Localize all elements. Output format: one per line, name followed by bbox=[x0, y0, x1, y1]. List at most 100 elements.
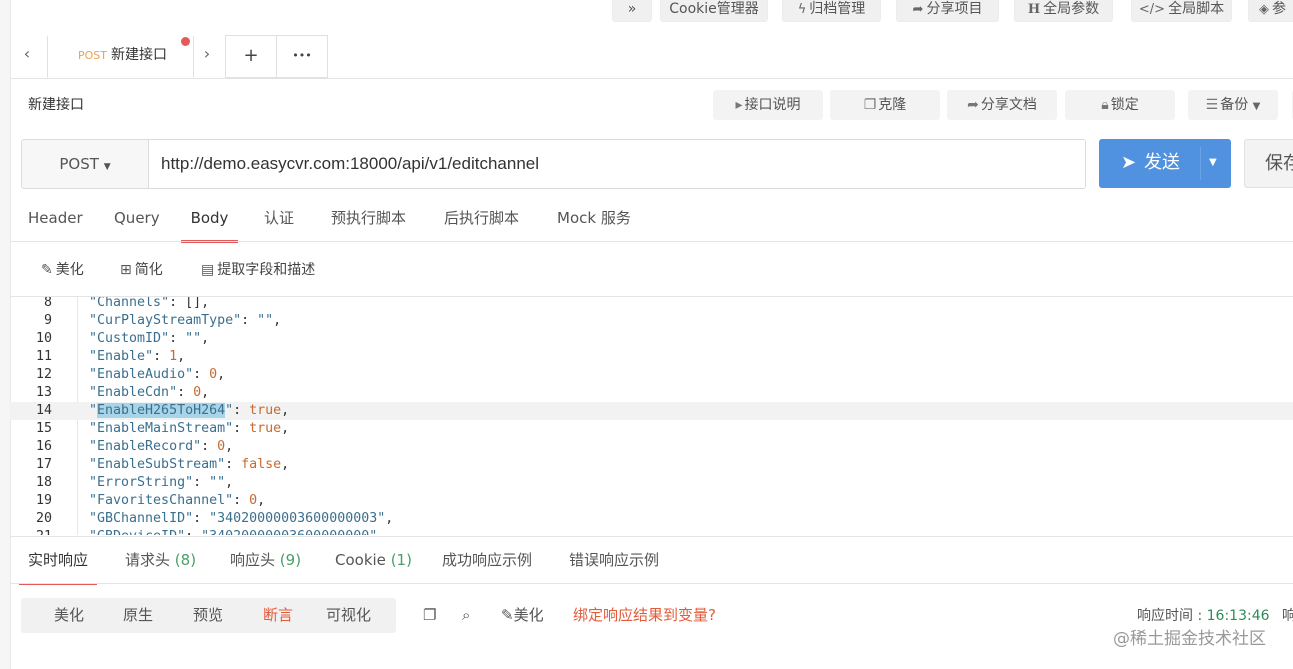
extract-fields-button[interactable]: ▤ 提取字段和描述 bbox=[201, 259, 315, 281]
extract-label: 提取字段和描述 bbox=[217, 262, 316, 278]
line-number: 20 bbox=[35, 511, 52, 526]
search-icon[interactable]: ⌕ bbox=[462, 605, 470, 625]
chevron-right-icon[interactable]: › bbox=[197, 32, 217, 78]
tab-live-response[interactable]: 实时响应 bbox=[19, 540, 97, 585]
api-doc-label: 接口说明 bbox=[744, 97, 801, 113]
cube-icon: ◈ bbox=[1259, 2, 1269, 17]
response-beautify-label: 美化 bbox=[513, 606, 544, 624]
json-value: false bbox=[241, 457, 282, 472]
tab-post-script[interactable]: 后执行脚本 bbox=[444, 200, 519, 240]
magic-wand-icon: ✎ bbox=[501, 606, 514, 624]
tab-cookie[interactable]: Cookie (1) bbox=[335, 540, 412, 583]
bolt-icon: ϟ bbox=[797, 2, 807, 17]
clone-button[interactable]: ❐ 克隆 bbox=[830, 90, 940, 120]
json-key: GBDeviceID bbox=[97, 529, 177, 535]
view-visualize[interactable]: 可视化 bbox=[326, 598, 371, 633]
tab-label: 响应头 bbox=[230, 551, 276, 569]
json-key: EnableAudio bbox=[97, 367, 186, 382]
code-editor[interactable]: 8 "Channels": [], 9 "CurPlayStreamType": ""… bbox=[10, 297, 1293, 535]
send-divider bbox=[1200, 147, 1201, 180]
share-doc-button[interactable]: ➦ 分享文档 bbox=[947, 90, 1057, 120]
global-script-button[interactable]: </> 全局脚本 bbox=[1131, 0, 1232, 22]
share-project-button[interactable]: ➦ 分享项目 bbox=[896, 0, 999, 22]
tab-query[interactable]: Query bbox=[114, 200, 160, 240]
tab-auth[interactable]: 认证 bbox=[264, 200, 294, 240]
tab-pre-script[interactable]: 预执行脚本 bbox=[331, 200, 406, 240]
tab-success-example[interactable]: 成功响应示例 bbox=[442, 540, 532, 583]
backup-button[interactable]: ☰ 备份 ▼ bbox=[1188, 90, 1278, 120]
method-select[interactable]: POST ▼ bbox=[21, 139, 149, 189]
archive-manager-button[interactable]: ϟ 归档管理 bbox=[782, 0, 881, 22]
code-text: "EnableMainStream": true, bbox=[89, 421, 290, 436]
sitemap-icon: ⊞ bbox=[120, 262, 132, 278]
tab-request-headers[interactable]: 请求头 (8) bbox=[125, 540, 196, 583]
json-value: 0 bbox=[217, 439, 226, 454]
send-dropdown-icon[interactable]: ▼ bbox=[1209, 154, 1217, 172]
code-text: "EnableSubStream": false, bbox=[89, 457, 290, 472]
line-number: 17 bbox=[35, 457, 52, 472]
code-text: "ErrorString": "", bbox=[89, 475, 234, 490]
save-button[interactable]: 保存 bbox=[1244, 139, 1293, 188]
caret-down-icon: ▼ bbox=[1252, 101, 1261, 112]
lock-icon: 🔒︎ bbox=[1101, 97, 1109, 113]
line-number: 15 bbox=[35, 421, 52, 436]
view-preview[interactable]: 预览 bbox=[193, 598, 223, 633]
tab-header[interactable]: Header bbox=[28, 200, 83, 240]
save-label: 保存 bbox=[1265, 153, 1293, 174]
send-icon: ➤ bbox=[1121, 152, 1137, 173]
database-icon: ☰ bbox=[1205, 97, 1219, 113]
code-text: "EnableH265ToH264": true, bbox=[89, 403, 290, 418]
tab-error-example[interactable]: 错误响应示例 bbox=[569, 540, 659, 583]
json-key: FavoritesChannel bbox=[97, 493, 226, 508]
divider bbox=[10, 583, 1293, 584]
tab-count: (9) bbox=[279, 551, 302, 569]
beautify-button[interactable]: ✎ 美化 bbox=[41, 259, 84, 281]
url-input[interactable]: http://demo.easycvr.com:18000/api/v1/edi… bbox=[148, 139, 1086, 189]
line-number: 21 bbox=[10, 528, 52, 535]
backup-label: 备份 bbox=[1220, 97, 1249, 113]
line-number: 9 bbox=[43, 313, 52, 328]
view-raw[interactable]: 原生 bbox=[123, 598, 153, 633]
send-label: 发送 bbox=[1144, 152, 1180, 173]
simplify-button[interactable]: ⊞ 简化 bbox=[120, 259, 163, 281]
more-tabs-button[interactable]: ••• bbox=[276, 35, 328, 78]
code-text: "EnableCdn": 0, bbox=[89, 385, 210, 400]
tab-bar: ‹ POST 新建接口 › + ••• bbox=[10, 32, 1293, 79]
share-project-label: 分享项目 bbox=[926, 1, 983, 17]
send-button[interactable]: ➤ 发送 ▼ bbox=[1099, 139, 1231, 188]
global-params-button[interactable]: H 全局参数 bbox=[1014, 0, 1113, 22]
code-line: 17 "EnableSubStream": false, bbox=[10, 456, 1293, 474]
tab-new-api[interactable]: POST 新建接口 bbox=[47, 35, 194, 78]
add-tab-button[interactable]: + bbox=[225, 35, 277, 78]
code-text: "GBDeviceID": "34020000003600000000", bbox=[89, 528, 385, 535]
tab-body[interactable]: Body bbox=[181, 200, 238, 243]
chevron-left-icon[interactable]: ‹ bbox=[17, 32, 37, 78]
line-number: 8 bbox=[43, 297, 52, 310]
json-key: GBChannelID bbox=[97, 511, 186, 526]
caret-down-icon: ▼ bbox=[103, 162, 111, 172]
response-beautify-button[interactable]: ✎美化 bbox=[501, 605, 544, 625]
copy-icon[interactable]: ❐ bbox=[423, 605, 436, 625]
json-key: EnableMainStream bbox=[97, 421, 226, 436]
tab-response-headers[interactable]: 响应头 (9) bbox=[230, 540, 301, 583]
bind-response-link[interactable]: 绑定响应结果到变量? bbox=[573, 605, 716, 625]
tab-count: (8) bbox=[174, 551, 197, 569]
json-value: "34020000003600000003" bbox=[209, 511, 386, 526]
view-assert[interactable]: 断言 bbox=[263, 598, 293, 633]
tab-mock-service[interactable]: Mock 服务 bbox=[557, 200, 631, 240]
unsaved-dot bbox=[181, 37, 190, 46]
url-text: http://demo.easycvr.com:18000/api/v1/edi… bbox=[161, 154, 540, 173]
json-value: "" bbox=[209, 475, 226, 490]
params-button[interactable]: ◈ 参 bbox=[1248, 0, 1293, 22]
json-key: Enable bbox=[97, 349, 146, 364]
code-text: "FavoritesChannel": 0, bbox=[89, 493, 266, 508]
lock-button[interactable]: 🔒︎ 锁定 bbox=[1065, 90, 1175, 120]
view-beautify[interactable]: 美化 bbox=[54, 598, 84, 633]
code-text: "Channels": [], bbox=[89, 297, 210, 310]
expand-button[interactable]: » bbox=[612, 0, 652, 22]
params-label: 参 bbox=[1272, 1, 1286, 17]
code-text: "GBChannelID": "34020000003600000003", bbox=[89, 511, 394, 526]
api-doc-button[interactable]: ▸ 接口说明 bbox=[713, 90, 823, 120]
json-value: [] bbox=[185, 297, 202, 310]
cookie-manager-button[interactable]: Cookie管理器 bbox=[660, 0, 768, 22]
